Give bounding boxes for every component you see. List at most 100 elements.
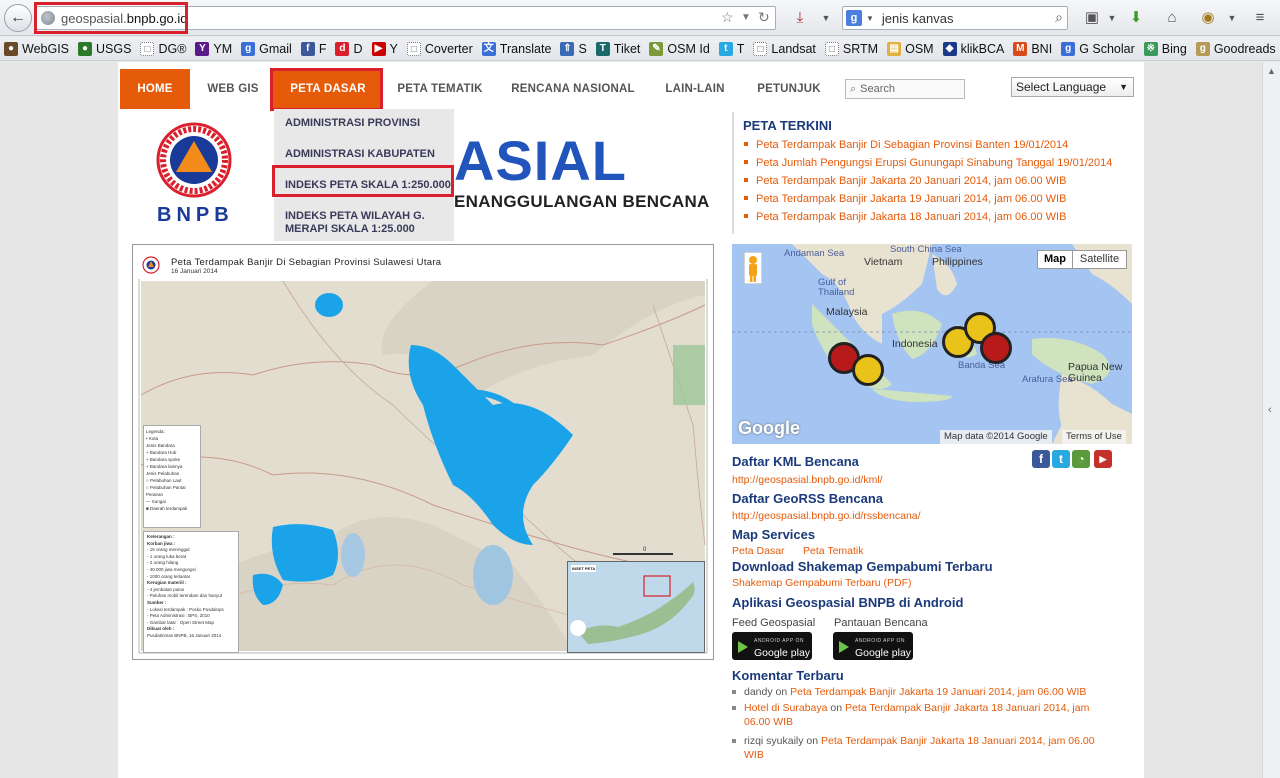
bookmark-item[interactable]: □ DG® bbox=[140, 41, 186, 56]
vertical-scrollbar[interactable]: ▲ ‹ bbox=[1262, 62, 1280, 778]
language-select[interactable]: Select Language ▼ bbox=[1011, 77, 1134, 97]
site-search-input[interactable]: ⌕ Search bbox=[845, 79, 965, 99]
bookmark-favicon-icon: □ bbox=[824, 41, 839, 56]
back-button[interactable]: ← bbox=[4, 4, 32, 32]
terms-of-use-link[interactable]: Terms of Use bbox=[1062, 430, 1126, 444]
flood-map-date: 16 Januari 2014 bbox=[171, 268, 218, 275]
bookmark-item[interactable]: □ Coverter bbox=[406, 41, 473, 56]
google-play-button-pantauan[interactable]: ANDROID APP ON Google play bbox=[833, 632, 913, 660]
nav-lain-lain[interactable]: LAIN-LAIN bbox=[658, 69, 732, 109]
bookmark-item[interactable]: M BNI bbox=[1013, 41, 1053, 56]
chevron-down-icon[interactable]: ▼ bbox=[1222, 8, 1242, 28]
bookmark-item[interactable]: g Goodreads bbox=[1195, 41, 1276, 56]
nav-rencana-nasional[interactable]: RENCANA NASIONAL bbox=[508, 69, 638, 109]
pegman-icon[interactable] bbox=[743, 251, 763, 285]
download-icon[interactable]: ⬇ bbox=[1126, 8, 1146, 28]
peta-terkini-link[interactable]: Peta Terdampak Banjir Jakarta 20 Januari… bbox=[744, 175, 1066, 187]
bookmark-item[interactable]: Y YM bbox=[195, 41, 232, 56]
bookmark-item[interactable]: T Tiket bbox=[595, 41, 640, 56]
bookmark-label: Landsat bbox=[771, 41, 816, 56]
facebook-icon[interactable]: f bbox=[1032, 450, 1050, 468]
flood-map-image[interactable]: 0 Peta Terdampak Banjir Di Sebagian Prov… bbox=[132, 244, 714, 660]
youtube-icon[interactable]: ▶ bbox=[1094, 450, 1112, 468]
bookmark-item[interactable]: ✎ OSM Id bbox=[649, 41, 710, 56]
bookmark-item[interactable]: tT bbox=[718, 41, 744, 56]
bookmark-item[interactable]: ● USGS bbox=[78, 41, 131, 56]
chevron-down-icon[interactable]: ▼ bbox=[741, 12, 751, 23]
map-type-map-button[interactable]: Map bbox=[1037, 250, 1073, 269]
bookmark-item[interactable]: dD bbox=[335, 41, 363, 56]
bookmark-item[interactable]: ⇑ S bbox=[560, 41, 587, 56]
rss-icon[interactable]: ◔ bbox=[1072, 450, 1090, 468]
bookmarks-toolbar: ● WebGIS ● USGS □ DG® Y YM g Gmail f F d D ▶ Y □ Coverter… bbox=[0, 37, 1280, 61]
home-icon[interactable]: ⌂ bbox=[1162, 8, 1182, 28]
gm-label-andaman: Andaman Sea bbox=[784, 248, 845, 259]
info-line: Kerugian materiil : bbox=[147, 580, 187, 586]
shakemap-link[interactable]: Shakemap Gempabumi Terbaru (PDF) bbox=[732, 577, 912, 589]
download-block-icon[interactable]: ⤓ bbox=[790, 8, 810, 28]
bnpb-logo-icon bbox=[156, 122, 232, 198]
gm-label-philippines: Philippines bbox=[932, 256, 983, 268]
search-input[interactable]: jenis kanvas bbox=[882, 11, 954, 26]
menu-icon[interactable]: ≡ bbox=[1250, 8, 1270, 28]
legend-line: Legenda: bbox=[146, 429, 165, 434]
dd-administrasi-kabupaten[interactable]: ADMINISTRASI KABUPATEN bbox=[274, 148, 454, 161]
comment-author-link[interactable]: Hotel di Surabaya bbox=[744, 702, 827, 714]
bookmark-item[interactable]: 文 Translate bbox=[481, 41, 551, 56]
bookmark-favicon-icon: □ bbox=[140, 41, 155, 56]
map-type-satellite-button[interactable]: Satellite bbox=[1072, 250, 1127, 269]
bookmark-item[interactable]: fF bbox=[300, 41, 326, 56]
search-bar[interactable]: g ▼ jenis kanvas ⌕ bbox=[842, 6, 1068, 30]
kml-link[interactable]: http://geospasial.bnpb.go.id/kml/ bbox=[732, 474, 883, 486]
info-line: Sumber : bbox=[147, 599, 167, 605]
comment-link[interactable]: Peta Terdampak Banjir Jakarta 19 Januari… bbox=[790, 686, 1086, 698]
addon-icon[interactable]: ◉ bbox=[1198, 8, 1218, 28]
peta-terkini-link[interactable]: Peta Jumlah Pengungsi Erupsi Gunungapi S… bbox=[744, 157, 1112, 169]
chevron-down-icon[interactable]: ▼ bbox=[1102, 8, 1122, 28]
bookmark-item[interactable]: □ SRTM bbox=[824, 41, 878, 56]
scroll-up-icon[interactable]: ▲ bbox=[1267, 66, 1276, 76]
info-line: Keterangan : bbox=[147, 534, 175, 539]
bookmark-item[interactable]: ◆ klikBCA bbox=[942, 41, 1004, 56]
georss-link[interactable]: http://geospasial.bnpb.go.id/rssbencana/ bbox=[732, 510, 921, 522]
shakemap-title: Download Shakemap Gempabumi Terbaru bbox=[732, 559, 993, 574]
peta-terkini-link[interactable]: Peta Terdampak Banjir Jakarta 18 Januari… bbox=[744, 211, 1066, 223]
map-services-peta-dasar-link[interactable]: Peta Dasar bbox=[732, 545, 785, 557]
bookmark-label: D bbox=[353, 41, 363, 56]
bookmark-favicon-icon: ▤ bbox=[887, 41, 902, 56]
dd-administrasi-provinsi[interactable]: ADMINISTRASI PROVINSI bbox=[274, 117, 454, 130]
bookmark-item[interactable]: ● WebGIS bbox=[4, 41, 69, 56]
magnifier-icon[interactable]: ⌕ bbox=[1055, 9, 1063, 26]
chevron-down-icon[interactable]: ▼ bbox=[866, 14, 874, 23]
screenshot-icon[interactable]: ▣ bbox=[1082, 8, 1102, 28]
google-search-icon[interactable]: g bbox=[846, 10, 862, 26]
inset-map: INSET PETA bbox=[567, 561, 705, 653]
google-logo: Google bbox=[738, 418, 800, 438]
bookmark-item[interactable]: g Gmail bbox=[241, 41, 292, 56]
peta-terkini-link[interactable]: Peta Terdampak Banjir Jakarta 19 Januari… bbox=[744, 193, 1066, 205]
bookmark-item[interactable]: gG Scholar bbox=[1061, 41, 1135, 56]
earthquake-marker-icon[interactable] bbox=[980, 332, 1012, 364]
nav-web-gis[interactable]: WEB GIS bbox=[198, 69, 268, 109]
bookmark-item[interactable]: ▤ OSM bbox=[887, 41, 934, 56]
comment-item: rizqi syukaily on Peta Terdampak Banjir … bbox=[732, 734, 1114, 762]
peta-terkini-link[interactable]: Peta Terdampak Banjir Di Sebagian Provin… bbox=[744, 139, 1068, 151]
nav-peta-tematik[interactable]: PETA TEMATIK bbox=[390, 69, 490, 109]
google-play-button-feed[interactable]: ANDROID APP ON Google play bbox=[732, 632, 812, 660]
twitter-icon[interactable]: t bbox=[1052, 450, 1070, 468]
map-services-peta-tematik-link[interactable]: Peta Tematik bbox=[803, 545, 864, 557]
earthquake-marker-icon[interactable] bbox=[852, 354, 884, 386]
bookmark-label: BNI bbox=[1031, 41, 1053, 56]
scroll-thumb-icon[interactable]: ‹ bbox=[1268, 404, 1272, 416]
bookmark-label: Y bbox=[389, 41, 398, 56]
bookmark-item[interactable]: ※ Bing bbox=[1143, 41, 1187, 56]
nav-home[interactable]: HOME bbox=[120, 69, 190, 109]
dd-indeks-merapi[interactable]: INDEKS PETA WILAYAH G. MERAPI SKALA 1:25… bbox=[274, 210, 434, 236]
bookmark-item[interactable]: ▶ Y bbox=[371, 41, 398, 56]
nav-petunjuk[interactable]: PETUNJUK bbox=[752, 69, 826, 109]
chevron-down-icon[interactable]: ▼ bbox=[816, 8, 836, 28]
reload-icon[interactable]: ↻ bbox=[758, 9, 770, 26]
bookmark-star-icon[interactable]: ☆ bbox=[721, 9, 734, 26]
google-map[interactable]: Andaman Sea South China Sea Vietnam Phil… bbox=[732, 244, 1132, 444]
bookmark-item[interactable]: □ Landsat bbox=[753, 41, 816, 56]
